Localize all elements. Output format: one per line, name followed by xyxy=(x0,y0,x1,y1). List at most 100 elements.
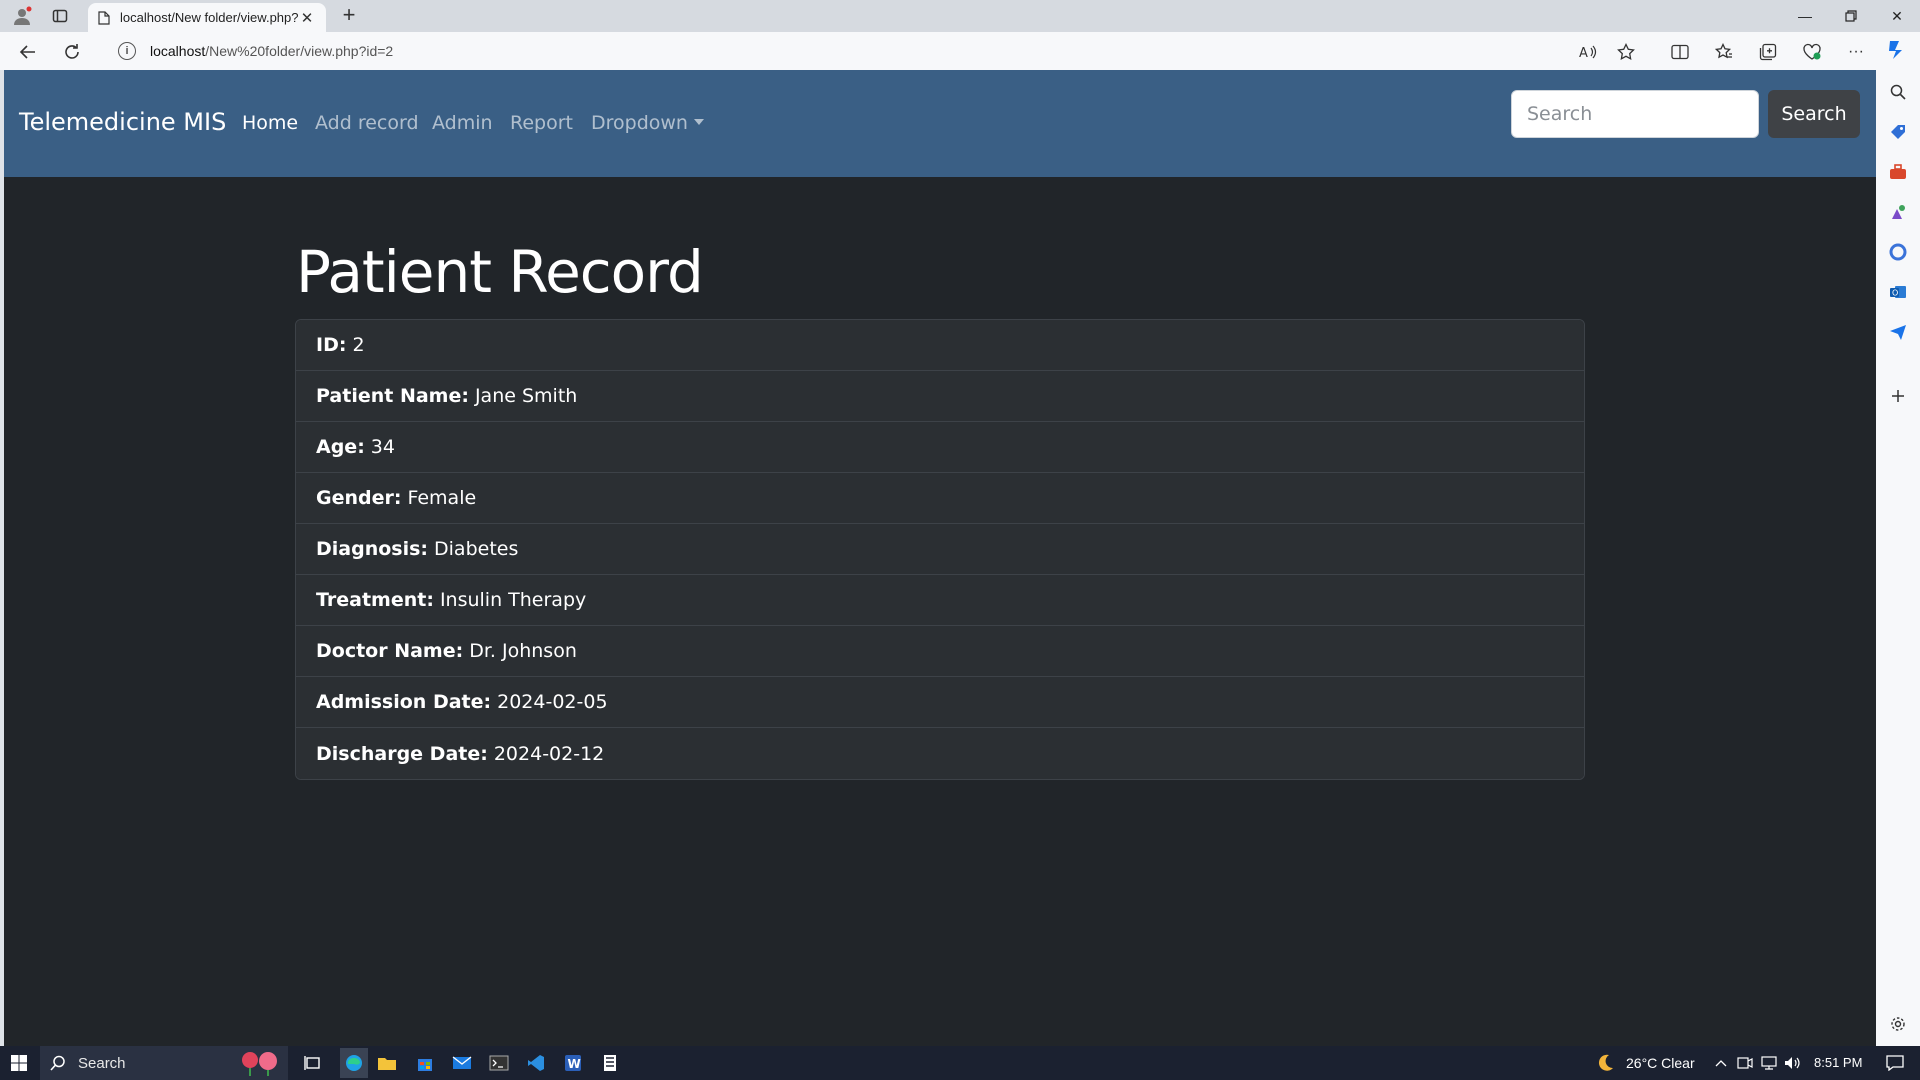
volume-icon[interactable] xyxy=(1782,1052,1804,1074)
url-path: /New%20folder/view.php?id=2 xyxy=(205,43,394,59)
field-value: Dr. Johnson xyxy=(469,640,577,662)
clock-time[interactable]: 8:51 PM xyxy=(1814,1055,1862,1070)
new-tab-icon[interactable]: + xyxy=(336,3,362,29)
terminal-icon[interactable] xyxy=(488,1052,510,1074)
field-value: Diabetes xyxy=(434,538,519,560)
nav-home[interactable]: Home xyxy=(242,112,298,134)
collections-icon[interactable] xyxy=(1756,40,1780,64)
outlook-icon[interactable]: O xyxy=(1888,282,1908,302)
moon-weather-icon xyxy=(1594,1052,1616,1074)
favorites-icon[interactable] xyxy=(1712,40,1736,64)
nav-add-record[interactable]: Add record xyxy=(315,112,419,134)
url-host: localhost xyxy=(150,43,206,59)
copilot-icon[interactable] xyxy=(1884,38,1908,62)
svg-text:O: O xyxy=(1892,289,1898,298)
field-label: ID: xyxy=(316,334,347,356)
page-icon xyxy=(98,10,110,25)
browser-essentials-icon[interactable] xyxy=(1800,40,1824,64)
nav-report[interactable]: Report xyxy=(510,112,573,134)
network-icon[interactable] xyxy=(1758,1052,1780,1074)
sidebar-settings-icon[interactable] xyxy=(1888,1014,1908,1034)
nav-dropdown[interactable]: Dropdown xyxy=(591,112,704,134)
mail-icon[interactable] xyxy=(451,1052,473,1074)
search-button[interactable]: Search xyxy=(1768,90,1860,138)
record-doctor-name: Doctor Name: Dr. Johnson xyxy=(296,626,1584,677)
address-toolbar: i localhost/New%20folder/view.php?id=2 A… xyxy=(0,32,1920,70)
windows-start-icon[interactable] xyxy=(8,1052,30,1074)
patient-record-list: ID: 2 Patient Name: Jane Smith Age: 34 Gend… xyxy=(295,319,1585,780)
site-brand[interactable]: Telemedicine MIS xyxy=(19,108,226,136)
field-label: Patient Name: xyxy=(316,385,469,407)
record-patient-name: Patient Name: Jane Smith xyxy=(296,371,1584,422)
add-icon[interactable] xyxy=(1888,386,1908,406)
field-value: 2024-02-05 xyxy=(497,691,608,713)
office-icon[interactable] xyxy=(1888,242,1908,262)
windows-taskbar: Search W 26°C Clear 8:51 PM xyxy=(0,1046,1920,1080)
field-label: Diagnosis: xyxy=(316,538,429,560)
field-value: 2 xyxy=(352,334,365,356)
nav-admin[interactable]: Admin xyxy=(432,112,493,134)
field-value: Female xyxy=(407,487,477,509)
record-gender: Gender: Female xyxy=(296,473,1584,524)
store-icon[interactable] xyxy=(414,1052,436,1074)
field-label: Admission Date: xyxy=(316,691,492,713)
svg-text:A: A xyxy=(1579,46,1588,60)
tools-icon[interactable] xyxy=(1888,162,1908,182)
field-label: Discharge Date: xyxy=(316,742,488,765)
search-input[interactable] xyxy=(1511,90,1759,138)
page-viewport: Telemedicine MIS Home Add record Admin R… xyxy=(4,70,1876,1046)
send-icon[interactable] xyxy=(1888,322,1908,342)
flowers-icon xyxy=(242,1052,277,1076)
field-value: Insulin Therapy xyxy=(439,589,587,611)
browser-tab[interactable]: localhost/New folder/view.php?i ✕ xyxy=(88,3,326,32)
favorite-star-icon[interactable] xyxy=(1614,40,1638,64)
nav-dropdown-label: Dropdown xyxy=(591,112,688,134)
search-icon[interactable] xyxy=(1888,82,1908,102)
games-icon[interactable] xyxy=(1888,202,1908,222)
split-screen-icon[interactable] xyxy=(1668,40,1692,64)
vscode-icon[interactable] xyxy=(525,1052,547,1074)
browser-tab-bar: localhost/New folder/view.php?i ✕ + — ✕ xyxy=(0,0,1920,32)
tab-title: localhost/New folder/view.php?i xyxy=(120,10,298,25)
svg-text:W: W xyxy=(568,1057,581,1071)
field-label: Doctor Name: xyxy=(316,640,464,662)
profile-icon[interactable] xyxy=(10,4,34,28)
notifications-icon[interactable] xyxy=(1884,1052,1906,1074)
record-treatment: Treatment: Insulin Therapy xyxy=(296,575,1584,626)
url-bar[interactable]: i localhost/New%20folder/view.php?id=2 xyxy=(106,36,1676,66)
site-info-icon[interactable]: i xyxy=(118,42,136,60)
edge-sidebar: O xyxy=(1876,70,1920,1046)
xampp-icon[interactable] xyxy=(599,1052,621,1074)
record-discharge-date: Discharge Date: 2024-02-12 xyxy=(296,728,1584,779)
file-explorer-icon[interactable] xyxy=(376,1052,398,1074)
read-aloud-icon[interactable]: A xyxy=(1576,40,1600,64)
refresh-icon[interactable] xyxy=(58,38,86,66)
field-label: Age: xyxy=(316,436,365,458)
chevron-up-icon[interactable] xyxy=(1710,1052,1732,1074)
tab-actions-icon[interactable] xyxy=(48,4,72,28)
restore-icon[interactable] xyxy=(1828,0,1874,32)
record-age: Age: 34 xyxy=(296,422,1584,473)
settings-more-icon[interactable]: ··· xyxy=(1844,40,1868,64)
minimize-icon[interactable]: — xyxy=(1782,0,1828,32)
field-label: Gender: xyxy=(316,487,402,509)
meet-now-icon[interactable] xyxy=(1734,1052,1756,1074)
close-window-icon[interactable]: ✕ xyxy=(1874,0,1920,32)
back-icon[interactable] xyxy=(14,38,42,66)
field-label: Treatment: xyxy=(316,589,434,611)
record-diagnosis: Diagnosis: Diabetes xyxy=(296,524,1584,575)
site-navbar: Telemedicine MIS Home Add record Admin R… xyxy=(4,70,1876,177)
edge-taskbar-icon[interactable] xyxy=(340,1048,368,1078)
close-tab-icon[interactable]: ✕ xyxy=(298,9,316,27)
caret-down-icon xyxy=(693,118,704,125)
word-icon[interactable]: W xyxy=(562,1052,584,1074)
weather-text[interactable]: 26°C Clear xyxy=(1626,1055,1695,1071)
page-title: Patient Record xyxy=(296,238,704,306)
field-value: 34 xyxy=(370,436,395,458)
record-admission-date: Admission Date: 2024-02-05 xyxy=(296,677,1584,728)
taskbar-search-box[interactable]: Search xyxy=(40,1046,288,1080)
field-value: 2024-02-12 xyxy=(493,742,605,765)
task-view-icon[interactable] xyxy=(302,1052,324,1074)
shopping-tag-icon[interactable] xyxy=(1888,122,1908,142)
taskbar-search-label: Search xyxy=(78,1054,126,1072)
